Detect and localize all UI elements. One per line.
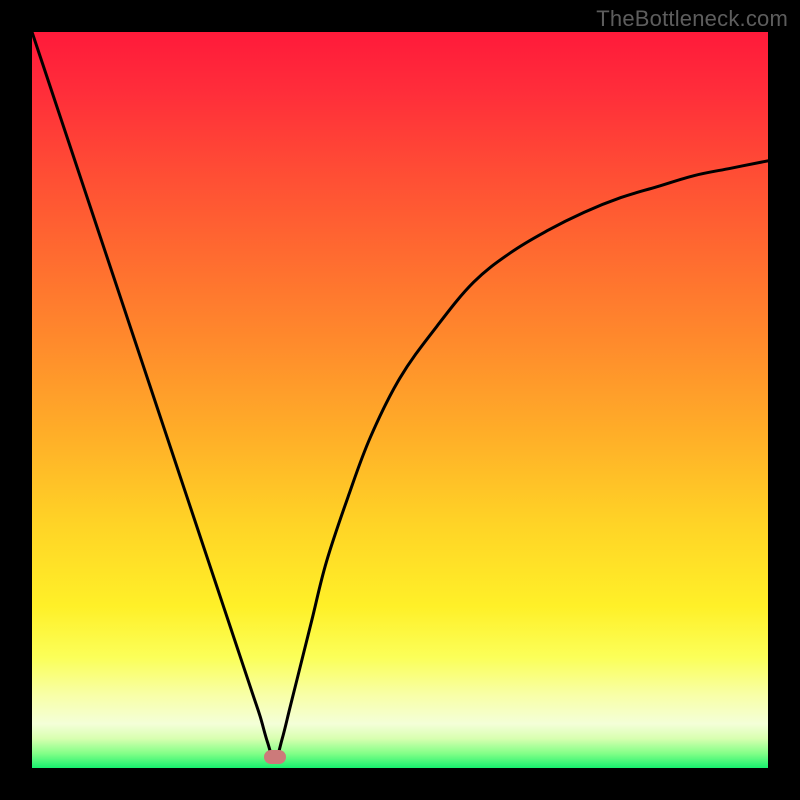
plot-area <box>32 32 768 768</box>
bottleneck-curve <box>32 32 768 761</box>
watermark-text: TheBottleneck.com <box>596 6 788 32</box>
chart-frame: TheBottleneck.com <box>0 0 800 800</box>
curve-svg <box>32 32 768 768</box>
notch-marker <box>264 750 286 764</box>
